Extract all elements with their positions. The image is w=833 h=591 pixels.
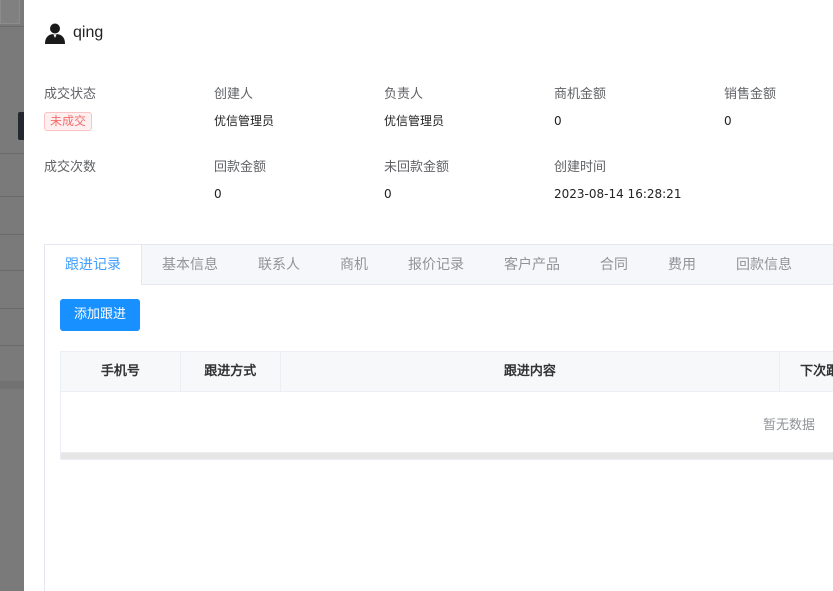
tab-payment-info[interactable]: 回款信息 [716,245,812,285]
info-sales-amount: 销售金额 0 [724,86,833,129]
tab-contacts[interactable]: 联系人 [238,245,320,285]
info-label: 成交次数 [44,160,97,175]
info-value: 0 [384,187,392,201]
tab-bar: 跟进记录 基本信息 联系人 商机 报价记录 客户产品 合同 费用 回款信息 [45,245,833,285]
tab-basic-info[interactable]: 基本信息 [142,245,238,285]
info-value: 2023-08-14 16:28:21 [554,187,682,201]
tab-customer-products[interactable]: 客户产品 [484,245,580,285]
info-value: 优信管理员 [214,114,275,128]
add-followup-button[interactable]: 添加跟进 [60,299,140,331]
info-opportunity-amount: 商机金额 0 [554,86,724,129]
background-divider [0,153,24,154]
background-divider [0,196,24,197]
horizontal-scrollbar[interactable] [61,452,833,459]
background-divider [0,308,24,309]
background-divider [0,345,24,346]
info-label: 创建时间 [554,160,607,175]
customer-name: qing [73,24,104,41]
info-created-time: 创建时间 2023-08-14 16:28:21 [554,159,724,202]
column-header-method: 跟进方式 [181,352,281,392]
info-deal-status: 成交状态 未成交 [44,86,214,131]
background-overlay [0,0,28,591]
table-header: 手机号 跟进方式 跟进内容 下次跟 [61,352,833,392]
followup-table: 手机号 跟进方式 跟进内容 下次跟 暂无数据 [60,351,833,460]
info-creator: 创建人 优信管理员 [214,86,384,129]
user-icon [44,22,66,44]
column-header-phone: 手机号 [61,352,181,392]
info-label: 销售金额 [724,87,777,102]
info-value: 0 [214,187,222,201]
column-header-content: 跟进内容 [281,352,781,392]
tab-quotation-records[interactable]: 报价记录 [388,245,484,285]
empty-state-text: 暂无数据 [763,418,816,433]
column-header-next: 下次跟 [800,364,833,379]
info-value: 0 [724,114,732,128]
customer-header: qing [44,20,103,46]
background-scrollbar [0,381,24,389]
detail-tabs: 跟进记录 基本信息 联系人 商机 报价记录 客户产品 合同 费用 回款信息 添加… [44,244,833,591]
background-divider [0,234,24,235]
info-label: 负责人 [384,87,424,102]
info-label: 商机金额 [554,87,607,102]
status-badge: 未成交 [44,112,93,131]
background-divider [0,270,24,271]
info-deal-count: 成交次数 [44,159,214,186]
tab-contracts[interactable]: 合同 [580,245,648,285]
info-label: 未回款金额 [384,160,450,175]
info-value: 0 [554,114,562,128]
info-label: 成交状态 [44,87,97,102]
tab-opportunities[interactable]: 商机 [320,245,388,285]
background-divider [0,26,24,27]
tab-followup-records[interactable]: 跟进记录 [45,245,142,285]
info-owner: 负责人 优信管理员 [384,86,554,129]
info-value: 优信管理员 [384,114,445,128]
background-tab [0,0,20,24]
info-label: 创建人 [214,87,254,102]
info-label: 回款金额 [214,160,267,175]
customer-detail-drawer: qing 成交状态 未成交 创建人 优信管理员 负责人 优信管理员 商机金额 0… [24,0,833,591]
info-payment-amount: 回款金额 0 [214,159,384,202]
info-unpaid-amount: 未回款金额 0 [384,159,554,202]
table-body: 暂无数据 [61,392,833,452]
tab-expenses[interactable]: 费用 [648,245,716,285]
